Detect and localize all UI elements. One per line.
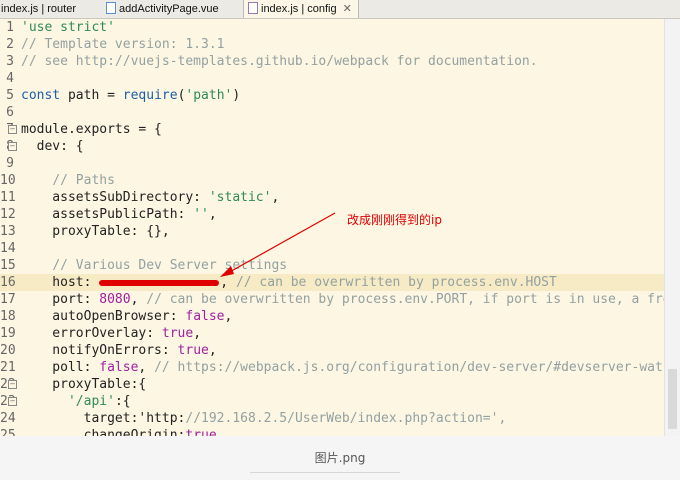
code-line[interactable]: 23− '/api':{	[0, 393, 664, 410]
code-text: // see http://vuejs-templates.github.io/…	[21, 54, 538, 69]
line-number: 3	[6, 54, 14, 69]
line-number: 18	[0, 309, 16, 324]
code-text: // Template version: 1.3.1	[21, 37, 225, 52]
code-text: poll: false, // https://webpack.js.org/c…	[21, 360, 664, 375]
code-line[interactable]: 18 autoOpenBrowser: false,	[0, 308, 664, 325]
code-line[interactable]: 16 host: , // can be overwritten by proc…	[0, 274, 664, 291]
code-line[interactable]: 14	[0, 240, 664, 257]
tab-add-activity-page[interactable]: addActivityPage.vue	[106, 0, 219, 18]
code-line[interactable]: 25 changeOrigin:true	[0, 427, 664, 436]
code-line[interactable]: 12 assetsPublicPath: '',	[0, 206, 664, 223]
code-line[interactable]: 13 proxyTable: {},	[0, 223, 664, 240]
code-text: dev: {	[21, 139, 84, 154]
image-caption-bar: 图片.png	[0, 436, 680, 480]
line-number: 24	[0, 411, 16, 426]
code-text: const path = require('path')	[21, 88, 241, 103]
code-line[interactable]: 3 // see http://vuejs-templates.github.io…	[0, 53, 664, 70]
code-text: target:'http://192.168.2.5/UserWeb/index…	[21, 411, 507, 426]
line-number: 25	[0, 428, 16, 436]
code-text: port: 8080, // can be overwritten by pro…	[21, 292, 664, 307]
line-number: 11	[0, 190, 16, 205]
fold-toggle-icon[interactable]: −	[8, 380, 17, 389]
line-number: 19	[0, 326, 16, 341]
line-number: 21	[0, 360, 16, 375]
line-number: 15	[0, 258, 16, 273]
code-text: assetsPublicPath: '',	[21, 207, 217, 222]
code-text: '/api':{	[67, 394, 131, 409]
tab-index-router[interactable]: index.js | router	[1, 0, 76, 18]
code-text: 'use strict'	[21, 20, 115, 35]
line-number: 16	[0, 275, 16, 290]
code-line[interactable]: 11 assetsSubDirectory: 'static',	[0, 189, 664, 206]
code-text: // Various Dev Server settings	[52, 258, 288, 273]
code-text: proxyTable: {},	[21, 224, 170, 239]
code-line[interactable]: 24 target:'http://192.168.2.5/UserWeb/in…	[0, 410, 664, 427]
code-line[interactable]: 22− proxyTable:{	[0, 376, 664, 393]
code-text: // Paths	[52, 173, 115, 188]
code-line[interactable]: 15 // Various Dev Server settings	[0, 257, 664, 274]
image-caption: 图片.png	[314, 451, 366, 465]
fold-toggle-icon[interactable]: −	[8, 125, 17, 134]
code-text: module.exports = {	[21, 122, 162, 137]
tab-label: index.js | router	[1, 3, 77, 15]
js-file-icon	[248, 2, 258, 14]
code-text: assetsSubDirectory: 'static',	[21, 190, 280, 205]
editor-tab-bar: index.js | router addActivityPage.vue in…	[0, 0, 680, 19]
code-line[interactable]: 1 'use strict'	[0, 19, 664, 36]
line-number: 5	[6, 88, 14, 103]
code-text: proxyTable:{	[21, 377, 147, 392]
line-number: 9	[6, 156, 14, 171]
code-text: notifyOnErrors: true,	[21, 343, 217, 358]
annotation-text: 改成刚刚得到的ip	[347, 213, 442, 227]
code-line[interactable]: 8− dev: {	[0, 138, 664, 155]
code-line[interactable]: 6	[0, 104, 664, 121]
tab-label: addActivityPage.vue	[119, 3, 219, 15]
scrollbar-thumb[interactable]	[668, 369, 677, 429]
line-number: 20	[0, 343, 16, 358]
code-line[interactable]: 19 errorOverlay: true,	[0, 325, 664, 342]
code-line[interactable]: 7−module.exports = {	[0, 121, 664, 138]
code-line[interactable]: 9	[0, 155, 664, 172]
code-line[interactable]: 21 poll: false, // https://webpack.js.or…	[0, 359, 664, 376]
code-text: changeOrigin:true	[21, 428, 217, 436]
line-number: 4	[6, 71, 14, 86]
code-text: autoOpenBrowser: false,	[21, 309, 233, 324]
code-line[interactable]: 10 // Paths	[0, 172, 664, 189]
code-line[interactable]: 17 port: 8080, // can be overwritten by …	[0, 291, 664, 308]
code-text: host: , // can be overwritten by process…	[21, 275, 557, 290]
code-text: errorOverlay: true,	[21, 326, 202, 341]
code-line[interactable]: 4	[0, 70, 664, 87]
caption-underline	[250, 472, 400, 473]
line-number: 12	[0, 207, 16, 222]
code-editor[interactable]: 1 'use strict' 2 // Template version: 1.3.1…	[0, 19, 664, 436]
line-number: 17	[0, 292, 16, 307]
close-icon[interactable]: ✕	[343, 3, 352, 15]
tab-label: index.js | config	[261, 3, 337, 15]
line-number: 10	[0, 173, 16, 188]
code-line[interactable]: 2 // Template version: 1.3.1	[0, 36, 664, 53]
line-number: 13	[0, 224, 16, 239]
line-number: 2	[6, 37, 14, 52]
line-number: 6	[6, 105, 14, 120]
code-line[interactable]: 20 notifyOnErrors: true,	[0, 342, 664, 359]
fold-toggle-icon[interactable]: −	[8, 397, 17, 406]
redacted-host-value	[99, 279, 220, 286]
line-number: 14	[0, 241, 16, 256]
tab-index-config[interactable]: index.js | config ✕	[243, 0, 359, 18]
line-number: 1	[6, 20, 14, 35]
vue-file-icon	[106, 2, 116, 14]
code-line[interactable]: 5 const path = require('path')	[0, 87, 664, 104]
fold-toggle-icon[interactable]: −	[8, 142, 17, 151]
vertical-scrollbar[interactable]	[664, 19, 680, 436]
